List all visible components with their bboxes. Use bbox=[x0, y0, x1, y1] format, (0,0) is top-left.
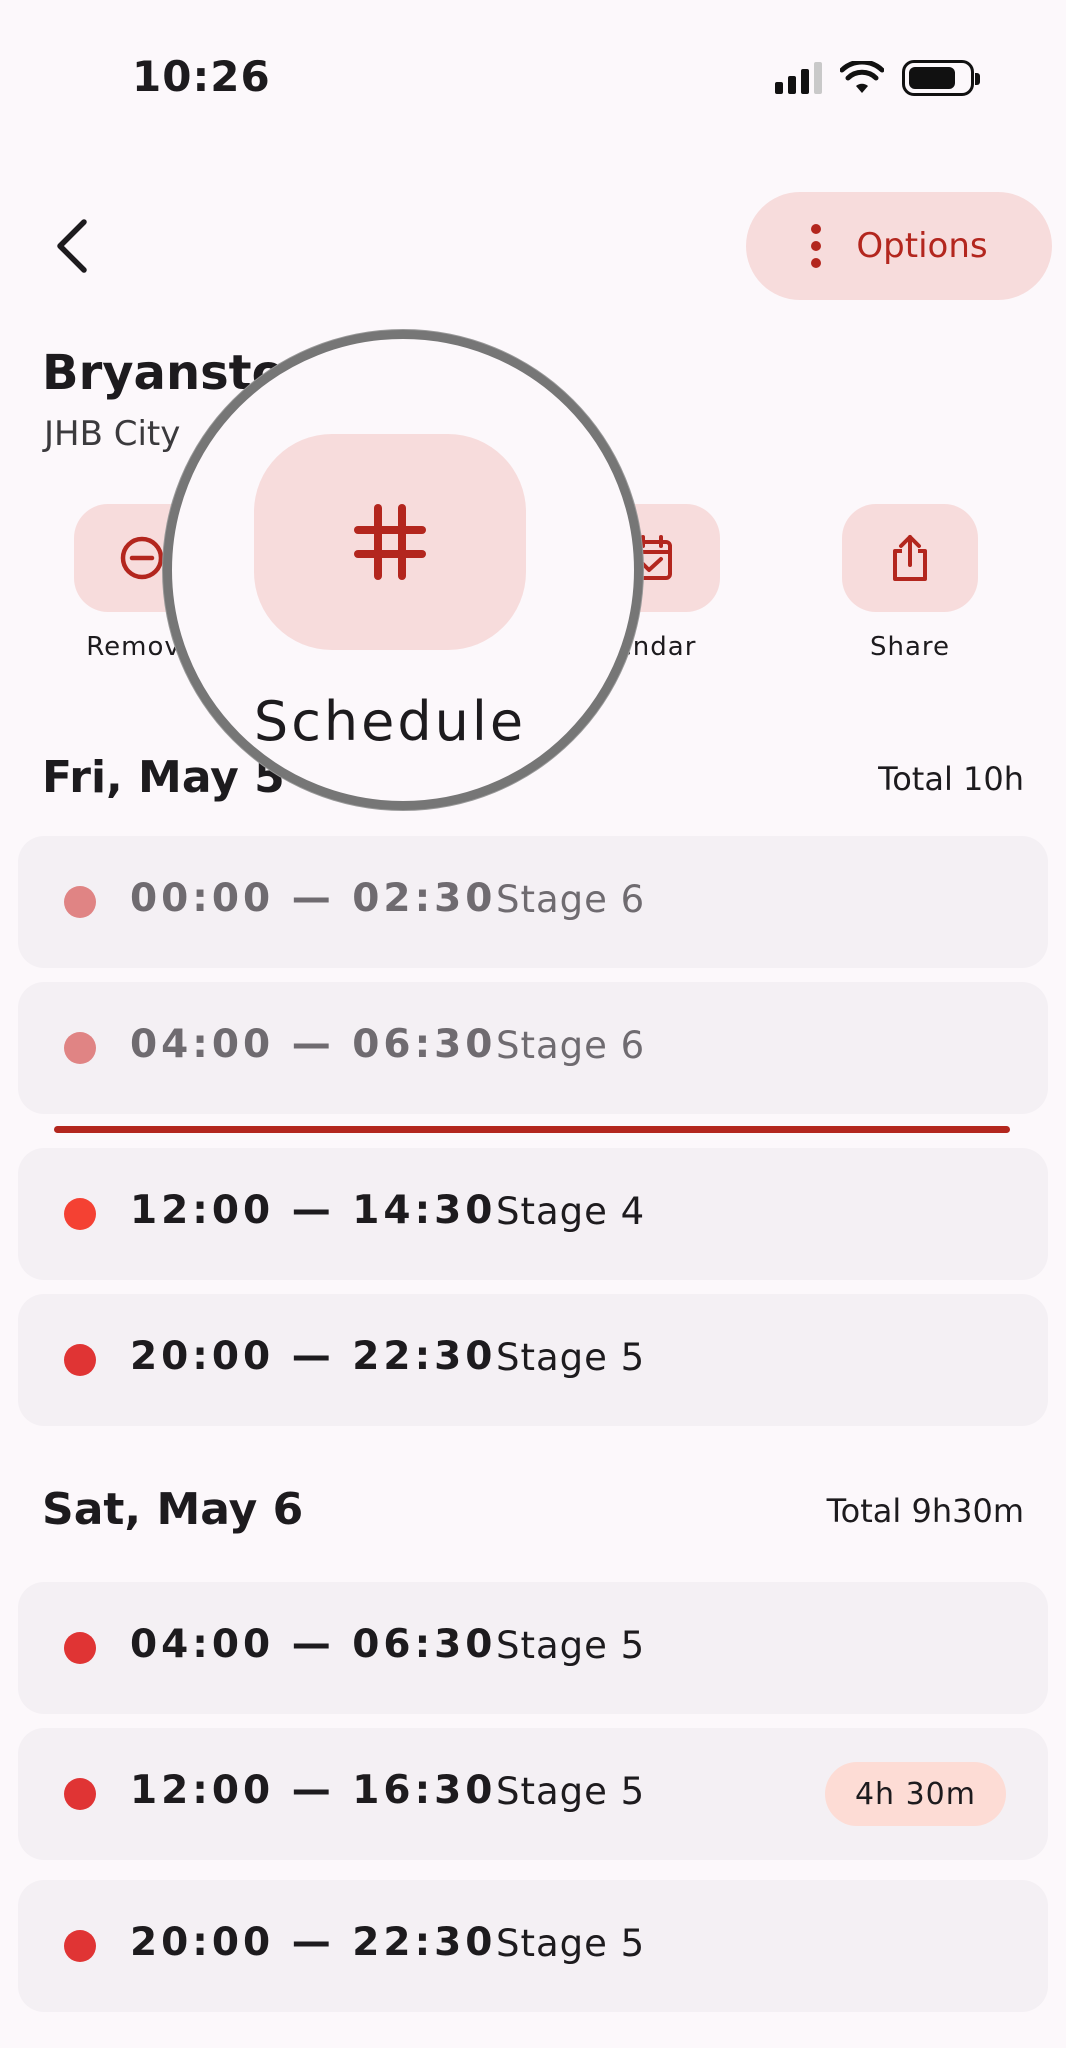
slot-time: 20:00 — 22:30 bbox=[130, 1334, 497, 1379]
status-dot bbox=[64, 1032, 96, 1064]
back-arrow-icon bbox=[57, 219, 87, 273]
status-dot bbox=[64, 1778, 96, 1810]
schedule-button[interactable] bbox=[254, 434, 526, 650]
duration-badge: 4h 30m bbox=[824, 1762, 1006, 1826]
battery-icon bbox=[902, 60, 980, 96]
day-title-sat: Sat, May 6 bbox=[42, 1484, 304, 1535]
status-time: 10:26 bbox=[132, 52, 271, 101]
status-dot bbox=[64, 1344, 96, 1376]
status-dot bbox=[64, 1930, 96, 1962]
area-subtitle: JHB City bbox=[44, 414, 181, 454]
slot-stage: Stage 6 bbox=[496, 878, 646, 921]
signal-icon bbox=[775, 62, 822, 94]
slot-item[interactable]: 12:00 — 14:30 Stage 4 bbox=[18, 1148, 1048, 1280]
slot-stage: Stage 6 bbox=[496, 1024, 646, 1067]
slot-time: 12:00 — 16:30 bbox=[130, 1768, 497, 1813]
share-button[interactable] bbox=[842, 504, 978, 612]
slot-stage: Stage 4 bbox=[496, 1190, 646, 1233]
day-title-fri: Fri, May 5 bbox=[42, 752, 285, 803]
day-total-fri: Total 10h bbox=[878, 760, 1024, 798]
slot-time: 04:00 — 06:30 bbox=[130, 1622, 497, 1667]
slot-stage: Stage 5 bbox=[496, 1770, 646, 1813]
slot-item[interactable]: 04:00 — 06:30 Stage 6 bbox=[18, 982, 1048, 1114]
current-time-indicator bbox=[54, 1126, 1010, 1133]
more-vert-icon bbox=[811, 224, 822, 268]
status-dot bbox=[64, 886, 96, 918]
slot-item[interactable]: 20:00 — 22:30 Stage 5 bbox=[18, 1294, 1048, 1426]
slot-time: 00:00 — 02:30 bbox=[130, 876, 497, 921]
slot-stage: Stage 5 bbox=[496, 1922, 646, 1965]
slot-time: 04:00 — 06:30 bbox=[130, 1022, 497, 1067]
slot-time: 12:00 — 14:30 bbox=[130, 1188, 497, 1233]
remove-circle-icon bbox=[120, 536, 164, 580]
status-dot bbox=[64, 1198, 96, 1230]
wifi-icon bbox=[840, 61, 884, 93]
options-button[interactable]: Options bbox=[746, 192, 1052, 300]
share-action[interactable]: Share bbox=[842, 504, 978, 662]
share-label: Share bbox=[869, 632, 951, 662]
slot-item[interactable]: 20:00 — 22:30 Stage 5 bbox=[18, 1880, 1048, 2012]
share-icon bbox=[893, 535, 927, 581]
slot-time: 20:00 — 22:30 bbox=[130, 1920, 497, 1965]
slot-item[interactable]: 04:00 — 06:30 Stage 5 bbox=[18, 1582, 1048, 1714]
hashtag-icon bbox=[354, 504, 426, 580]
status-icons bbox=[775, 60, 980, 96]
day-total-sat: Total 9h30m bbox=[826, 1492, 1024, 1530]
schedule-label: Schedule bbox=[253, 690, 527, 753]
slot-stage: Stage 5 bbox=[496, 1624, 646, 1667]
back-button[interactable] bbox=[36, 210, 108, 282]
slot-item[interactable]: 12:00 — 16:30 Stage 5 4h 30m bbox=[18, 1728, 1048, 1860]
slot-stage: Stage 5 bbox=[496, 1336, 646, 1379]
status-dot bbox=[64, 1632, 96, 1664]
screen: 10:26 Options Bryanston JHB City Remove … bbox=[0, 0, 1066, 2048]
options-label: Options bbox=[856, 226, 988, 266]
slot-item[interactable]: 00:00 — 02:30 Stage 6 bbox=[18, 836, 1048, 968]
